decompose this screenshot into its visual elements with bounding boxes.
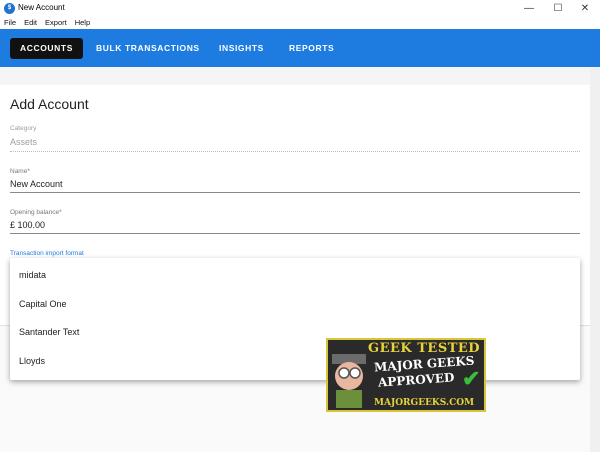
category-field: Assets <box>10 137 38 147</box>
majorgeeks-badge: GEEK TESTED MAJOR GEEKS APPROVED ✔ MAJOR… <box>326 338 486 412</box>
menu-edit[interactable]: Edit <box>24 17 37 29</box>
scrollbar-track[interactable] <box>590 67 600 452</box>
badge-line-2: MAJOR GEEKS <box>373 353 475 375</box>
tab-bulk-transactions[interactable]: BULK TRANSACTIONS <box>96 38 200 59</box>
window-titlebar: $ New Account — ☐ ✕ <box>0 0 600 17</box>
mascot-icon <box>332 354 366 408</box>
name-field[interactable]: New Account <box>10 179 63 189</box>
menu-help[interactable]: Help <box>75 17 90 29</box>
app-navigation-bar: ACCOUNTS BULK TRANSACTIONS INSIGHTS REPO… <box>0 29 600 67</box>
import-format-label: Transaction import format <box>10 250 84 257</box>
menu-file[interactable]: File <box>4 17 16 29</box>
opening-balance-label: Opening balance* <box>10 209 62 216</box>
close-button[interactable]: ✕ <box>568 0 600 17</box>
window-title: New Account <box>18 3 65 12</box>
badge-line-4: MAJORGEEKS.COM <box>374 398 475 408</box>
menu-export[interactable]: Export <box>45 17 67 29</box>
checkmark-icon: ✔ <box>462 366 481 391</box>
tab-reports[interactable]: REPORTS <box>289 38 334 59</box>
dropdown-option-capital-one[interactable]: Capital One <box>19 299 67 309</box>
dropdown-option-santander-text[interactable]: Santander Text <box>19 327 79 337</box>
name-label: Name* <box>10 168 30 175</box>
dropdown-option-midata[interactable]: midata <box>19 270 46 280</box>
tab-insights[interactable]: INSIGHTS <box>219 38 264 59</box>
category-label: Category <box>10 125 37 132</box>
opening-balance-field[interactable]: £ 100.00 <box>10 220 45 230</box>
menu-bar: File Edit Export Help <box>0 17 600 29</box>
tab-accounts[interactable]: ACCOUNTS <box>10 38 83 59</box>
import-format-dropdown: midata Capital One Santander Text Lloyds <box>10 258 580 380</box>
dropdown-option-lloyds[interactable]: Lloyds <box>19 356 45 366</box>
content-backdrop <box>0 67 600 85</box>
name-underline <box>10 192 580 193</box>
opening-balance-underline <box>10 233 580 234</box>
category-underline <box>10 151 580 152</box>
page-title: Add Account <box>10 96 89 112</box>
app-icon: $ <box>4 3 15 14</box>
